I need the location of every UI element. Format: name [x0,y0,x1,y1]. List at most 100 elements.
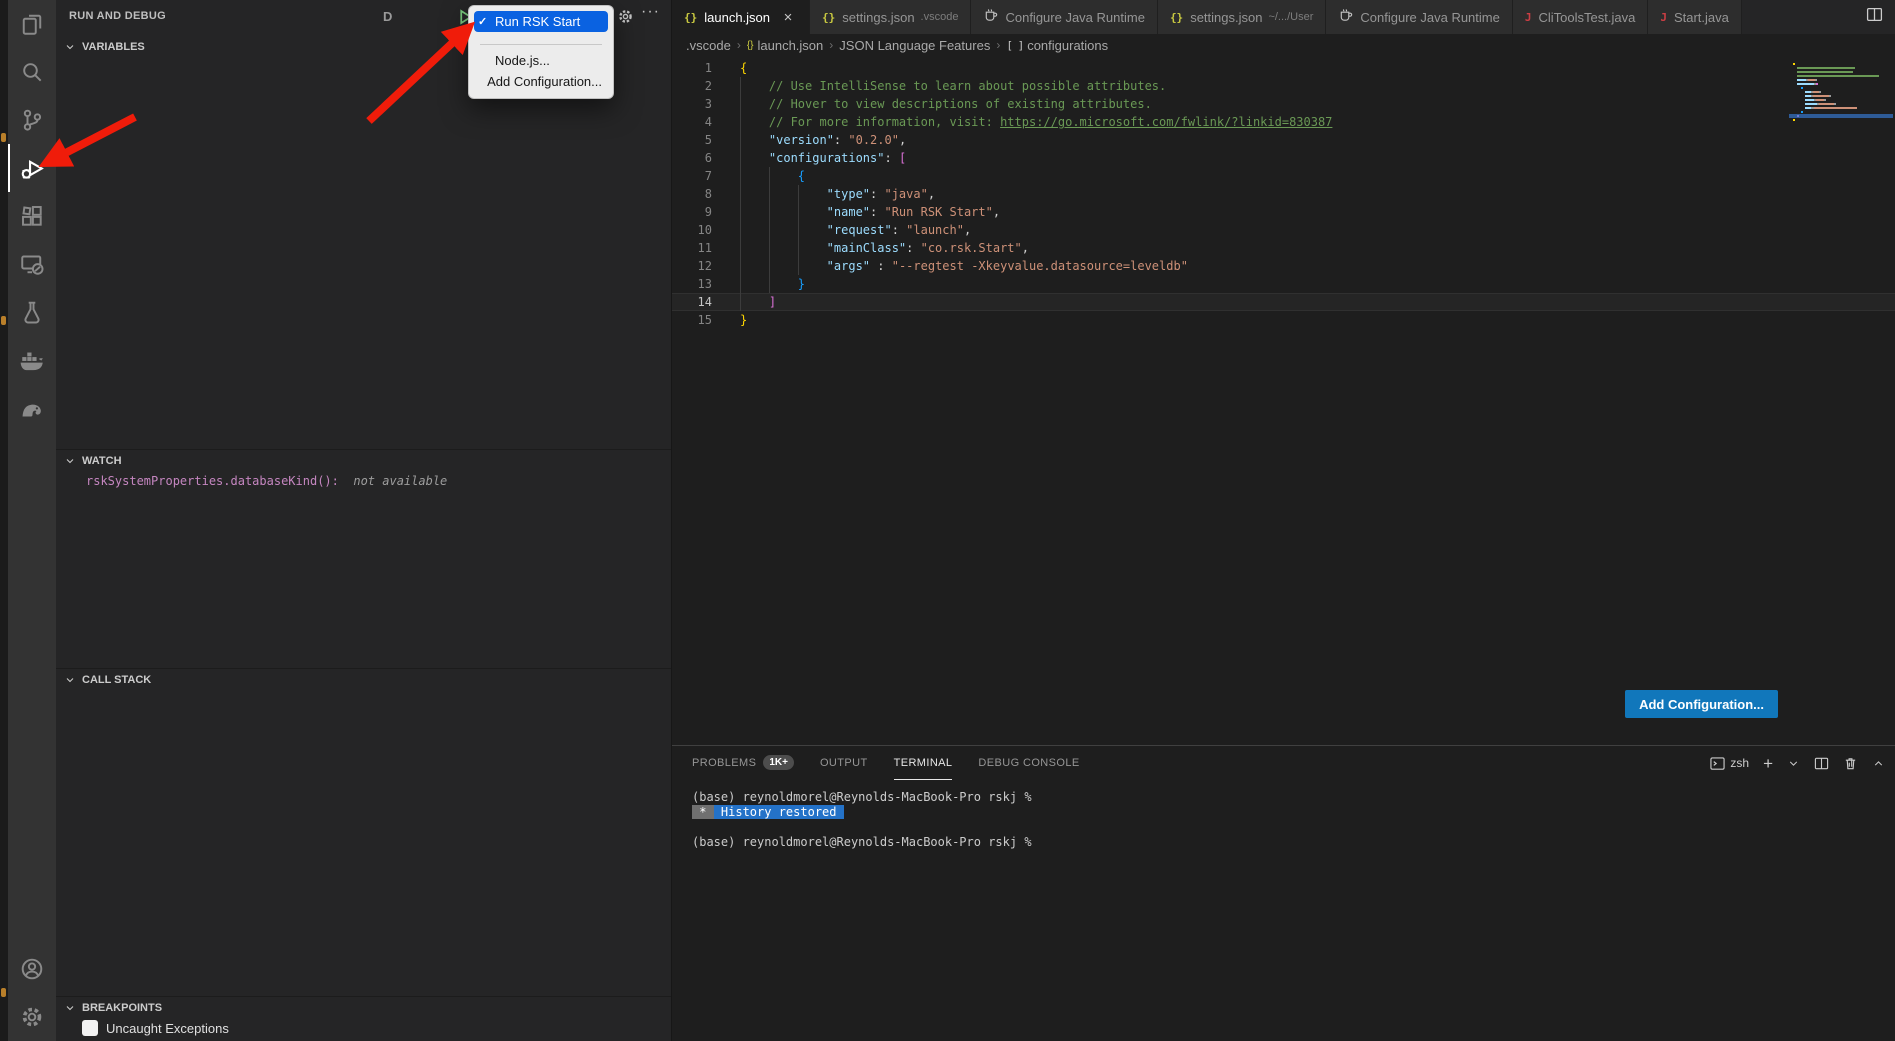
gradle-icon[interactable] [8,384,56,432]
breadcrumb-item[interactable]: {}launch.json [747,38,823,53]
call-stack-section-header[interactable]: CALL STACK [56,668,671,690]
breadcrumb-item[interactable]: [ ]configurations [1006,38,1108,53]
panel-tab-terminal[interactable]: TERMINAL [894,746,953,780]
code-text: } [712,311,747,329]
code-text: ] [712,293,776,311]
code-token: , [1022,241,1029,255]
panel-tab-label: OUTPUT [820,757,868,769]
code-token: : [884,151,898,165]
menu-item-node-js[interactable]: Node.js... [474,50,608,71]
editor-tab[interactable]: Configure Java Runtime [1326,0,1512,34]
editor-tab[interactable]: J CliToolsTest.java [1513,0,1648,34]
code-line[interactable]: 10"request": "launch", [672,221,1895,239]
code-token: : [870,187,884,201]
panel-tab-label: PROBLEMS [692,757,756,769]
tab-label: CliToolsTest.java [1538,10,1635,25]
sidebar-title: RUN AND DEBUG [69,10,166,22]
code-token: "0.2.0" [848,133,899,147]
add-configuration-button[interactable]: Add Configuration... [1625,690,1778,718]
debug-sidebar: RUN AND DEBUG D ··· VARIABLES WATCH rskS… [56,0,672,1041]
tab-label: settings.json [1190,10,1262,25]
shell-selector[interactable]: zsh [1710,756,1749,771]
java-runtime-icon [983,8,998,26]
views-more-actions-icon[interactable]: ··· [641,3,660,21]
account-icon[interactable] [8,945,56,993]
code-token: } [798,277,805,291]
json-file-icon: {} [684,11,697,24]
split-editor-icon[interactable] [1866,6,1883,28]
debug-settings-gear-icon[interactable] [617,8,634,30]
indent-guide [769,257,798,275]
uncaught-exceptions-checkbox[interactable] [82,1020,98,1036]
code-line[interactable]: 12"args" : "--regtest -Xkeyvalue.datasou… [672,257,1895,275]
watch-section-header[interactable]: WATCH [56,449,671,471]
explorer-icon[interactable] [8,0,56,48]
search-icon[interactable] [8,48,56,96]
minimap-token [1805,103,1817,105]
extensions-icon[interactable] [8,192,56,240]
code-line[interactable]: 2// Use IntelliSense to learn about poss… [672,77,1895,95]
panel-tab-problems[interactable]: PROBLEMS1K+ [692,746,794,780]
editor-tab[interactable]: {}settings.json~/.../User [1158,0,1326,34]
terminal-text: * [692,805,714,819]
code-line[interactable]: 5"version": "0.2.0", [672,131,1895,149]
code-token: , [928,187,935,201]
code-link[interactable]: https://go.microsoft.com/fwlink/?linkid=… [1000,115,1332,129]
code-line[interactable]: 13} [672,275,1895,293]
indent-guide [769,275,798,293]
split-terminal-icon[interactable] [1814,756,1829,771]
code-line[interactable]: 11"mainClass": "co.rsk.Start", [672,239,1895,257]
code-line[interactable]: 3// Hover to view descriptions of existi… [672,95,1895,113]
panel-tab-debug-console[interactable]: DEBUG CONSOLE [978,746,1079,780]
minimap[interactable] [1789,60,1893,124]
code-line[interactable]: 15} [672,311,1895,329]
code-line[interactable]: 9"name": "Run RSK Start", [672,203,1895,221]
minimap-token [1797,71,1853,73]
section-label: CALL STACK [82,674,151,686]
line-number: 7 [672,167,712,185]
watch-expression-row[interactable]: rskSystemProperties.databaseKind(): not … [86,474,447,488]
docker-icon[interactable] [8,336,56,384]
trash-icon[interactable] [1843,756,1858,771]
editor-tab[interactable]: Configure Java Runtime [971,0,1157,34]
breadcrumb-item[interactable]: .vscode [686,38,731,53]
code-editor[interactable]: 1{2// Use IntelliSense to learn about po… [672,56,1895,745]
code-line[interactable]: 8"type": "java", [672,185,1895,203]
code-token: "type" [827,187,870,201]
menu-item-run-rsk-start[interactable]: ✓Run RSK Start [474,11,608,32]
background-mark [1,316,6,325]
breakpoints-section-header[interactable]: BREAKPOINTS [56,996,671,1018]
maximize-panel-icon[interactable] [1872,757,1885,770]
indent-guide [740,95,769,113]
terminal-output[interactable]: (base) reynoldmorel@Reynolds-MacBook-Pro… [672,780,1895,1041]
panel-tab-output[interactable]: OUTPUT [820,746,868,780]
java-file-icon: J [1525,11,1532,24]
editor-tab[interactable]: {}launch.json× [672,0,810,34]
indent-guide [798,185,827,203]
indent-guide [740,221,769,239]
menu-item-add-configuration[interactable]: Add Configuration... [474,71,608,92]
breadcrumb-separator: › [826,38,836,52]
code-line[interactable]: 1{ [672,59,1895,77]
watch-value: not available [346,474,447,488]
close-icon[interactable]: × [779,8,797,26]
chevron-down-icon[interactable] [1787,757,1800,770]
new-terminal-icon[interactable]: + [1763,755,1773,772]
run-and-debug-icon[interactable] [8,144,56,192]
testing-icon[interactable] [8,288,56,336]
settings-gear-icon[interactable] [8,993,56,1041]
source-control-icon[interactable] [8,96,56,144]
code-token: "request" [827,223,892,237]
editor-tab[interactable]: JStart.java [1648,0,1742,34]
panel-header: PROBLEMS1K+ OUTPUT TERMINAL DEBUG CONSOLE z… [672,746,1895,780]
code-line[interactable]: 14] [672,293,1895,311]
code-text: } [712,275,805,293]
code-line[interactable]: 6"configurations": [ [672,149,1895,167]
editor-tab[interactable]: {}settings.json.vscode [810,0,971,34]
background-mark [1,133,6,142]
breadcrumb-item[interactable]: JSON Language Features [839,38,990,53]
code-line[interactable]: 7{ [672,167,1895,185]
minimap-token [1819,91,1821,93]
code-line[interactable]: 4// For more information, visit: https:/… [672,113,1895,131]
remote-explorer-icon[interactable] [8,240,56,288]
